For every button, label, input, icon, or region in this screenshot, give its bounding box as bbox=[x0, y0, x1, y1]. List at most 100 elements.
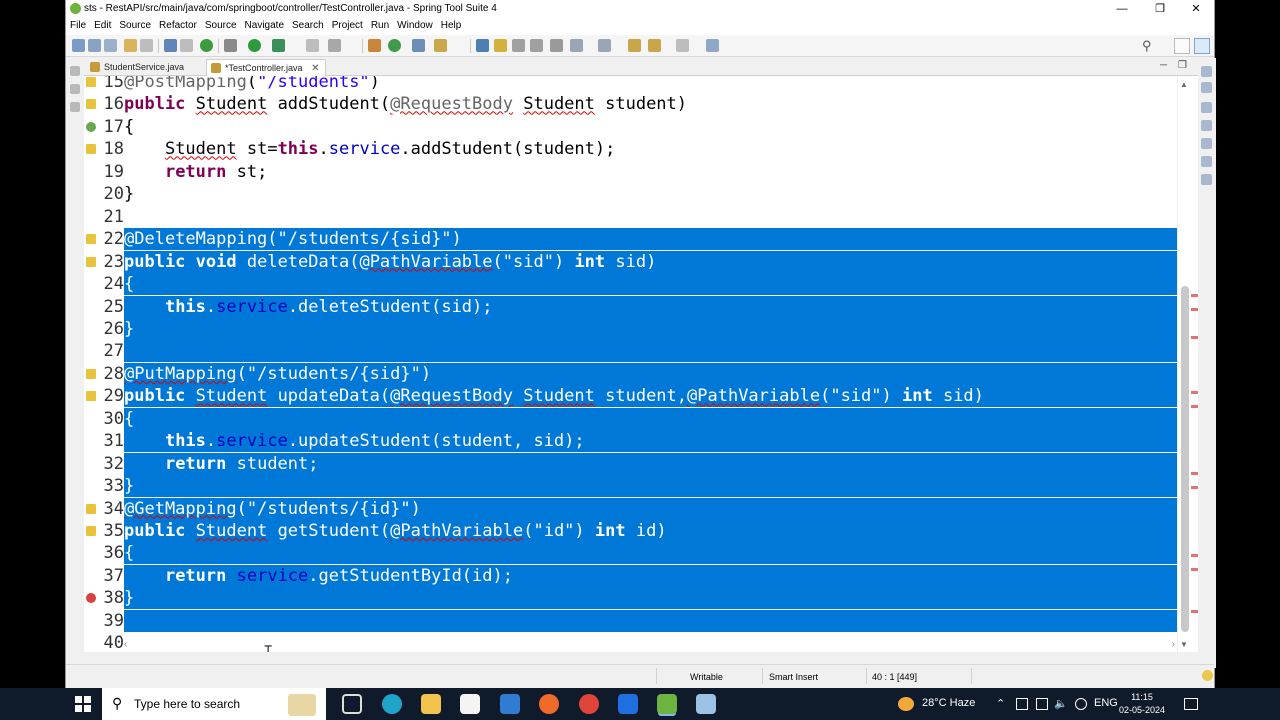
external-tools-icon[interactable] bbox=[328, 39, 341, 52]
code-line[interactable]: { bbox=[124, 273, 1177, 296]
menu-source-2[interactable]: Source bbox=[201, 18, 241, 31]
code-line[interactable]: public Student updateData(@RequestBody S… bbox=[124, 385, 1177, 408]
code-area[interactable]: @PostMapping("/students") public Student … bbox=[124, 76, 1177, 652]
outline-icon[interactable] bbox=[1201, 82, 1212, 93]
code-line[interactable] bbox=[124, 609, 1177, 632]
restore-icon[interactable] bbox=[70, 66, 80, 76]
new-icon[interactable] bbox=[72, 39, 85, 52]
save-all-icon[interactable] bbox=[104, 39, 117, 52]
pin-editor-icon[interactable] bbox=[706, 39, 719, 52]
status-insert-mode[interactable]: Smart Insert bbox=[769, 672, 818, 682]
new-class-icon[interactable] bbox=[388, 39, 401, 52]
warning-marker-icon[interactable] bbox=[86, 526, 96, 536]
menu-edit[interactable]: Edit bbox=[90, 18, 115, 31]
redo-icon[interactable] bbox=[140, 39, 153, 52]
onedrive-icon[interactable] bbox=[1075, 698, 1087, 710]
volume-icon[interactable]: 🔈 bbox=[1054, 697, 1068, 710]
code-line[interactable]: @GetMapping("/students/{id}") bbox=[124, 497, 1177, 520]
minimize-button[interactable]: — bbox=[1104, 0, 1140, 18]
vertical-scrollbar[interactable]: ▲ ▼ bbox=[1177, 76, 1191, 652]
menu-project[interactable]: Project bbox=[328, 18, 367, 31]
code-line[interactable]: return service.getStudentById(id); bbox=[124, 564, 1177, 587]
spring-tool-suite-icon[interactable] bbox=[657, 694, 677, 714]
overview-ruler[interactable] bbox=[1191, 76, 1198, 652]
code-line[interactable] bbox=[124, 340, 1177, 363]
previous-annotation-icon[interactable] bbox=[598, 39, 611, 52]
toggle-highlight-icon[interactable] bbox=[494, 39, 507, 52]
code-line[interactable]: public Student getStudent(@PathVariable(… bbox=[124, 520, 1177, 542]
notifications-icon[interactable] bbox=[1184, 698, 1198, 710]
microsoft-store-icon[interactable] bbox=[460, 694, 480, 714]
forward-icon[interactable] bbox=[676, 39, 689, 52]
scroll-up-icon[interactable]: ▲ bbox=[1180, 80, 1188, 89]
declaration-icon[interactable] bbox=[1201, 138, 1212, 149]
close-button[interactable]: ✕ bbox=[1178, 0, 1214, 18]
scroll-down-icon[interactable]: ▼ bbox=[1180, 640, 1188, 649]
code-line[interactable]: } bbox=[124, 183, 1177, 205]
mail-icon[interactable] bbox=[500, 694, 520, 714]
run-icon[interactable] bbox=[248, 39, 261, 52]
boot-dashboard-view-icon[interactable] bbox=[70, 102, 80, 112]
block-selection-icon[interactable] bbox=[512, 39, 525, 52]
warning-marker-icon[interactable] bbox=[86, 391, 96, 402]
open-perspective-icon[interactable] bbox=[1174, 38, 1190, 54]
error-marker-icon[interactable] bbox=[86, 593, 96, 604]
code-line[interactable]: public Student addStudent(@RequestBody S… bbox=[124, 93, 1177, 115]
warning-marker-icon[interactable] bbox=[86, 99, 96, 110]
firefox-icon[interactable] bbox=[539, 694, 559, 714]
toggle-mark-occurrences-icon[interactable] bbox=[476, 39, 489, 52]
code-line[interactable]: { bbox=[124, 542, 1177, 565]
back-icon[interactable] bbox=[648, 39, 661, 52]
console-icon[interactable] bbox=[1201, 156, 1212, 167]
javadoc-icon[interactable] bbox=[1201, 120, 1212, 131]
search-tool-icon[interactable] bbox=[434, 39, 447, 52]
next-annotation-icon[interactable] bbox=[570, 39, 583, 52]
weather-text[interactable]: 28°C Haze bbox=[922, 697, 975, 709]
horizontal-scrollbar[interactable]: ‹ › bbox=[124, 639, 1177, 652]
notepad-icon[interactable] bbox=[696, 694, 716, 714]
minimize-editor-icon[interactable]: ─ bbox=[1160, 60, 1167, 71]
file-explorer-icon[interactable] bbox=[421, 694, 441, 714]
menu-refactor[interactable]: Refactor bbox=[155, 18, 201, 31]
debug-icon[interactable] bbox=[224, 39, 237, 52]
progress-icon[interactable] bbox=[1201, 174, 1212, 185]
pilcrow-icon[interactable] bbox=[550, 39, 563, 52]
windows-start-icon[interactable] bbox=[75, 696, 91, 712]
code-line[interactable]: public void deleteData(@PathVariable("si… bbox=[124, 250, 1177, 273]
tip-icon[interactable] bbox=[1202, 670, 1213, 681]
code-line[interactable]: this.service.deleteStudent(sid); bbox=[124, 295, 1177, 318]
menu-source[interactable]: Source bbox=[115, 18, 155, 31]
network-icon[interactable] bbox=[1036, 698, 1048, 710]
open-type-icon[interactable] bbox=[412, 39, 425, 52]
code-line[interactable]: } bbox=[124, 587, 1177, 610]
override-marker-icon[interactable] bbox=[86, 121, 96, 132]
restore-icon[interactable] bbox=[1201, 66, 1212, 77]
menu-run[interactable]: Run bbox=[367, 18, 393, 31]
show-hidden-icons[interactable]: ⌃ bbox=[996, 697, 1005, 710]
code-line[interactable]: @DeleteMapping("/students/{sid}") bbox=[124, 228, 1177, 251]
java-perspective-icon[interactable] bbox=[1194, 38, 1210, 54]
clock[interactable]: 11:15 02-05-2024 bbox=[1116, 691, 1168, 717]
chrome-icon[interactable] bbox=[579, 694, 599, 714]
tab-student-service[interactable]: StudentService.java bbox=[86, 59, 190, 76]
language-indicator[interactable]: ENG bbox=[1094, 697, 1118, 709]
code-line[interactable]: } bbox=[124, 475, 1177, 498]
warning-marker-icon[interactable] bbox=[86, 503, 96, 514]
menu-help[interactable]: Help bbox=[437, 18, 466, 31]
close-tab-icon[interactable]: ✕ bbox=[311, 63, 319, 74]
battery-icon[interactable] bbox=[1016, 698, 1028, 710]
taskbar-search[interactable]: ⚲ Type here to search bbox=[102, 688, 326, 720]
code-line[interactable]: @PutMapping("/students/{sid}") bbox=[124, 362, 1177, 385]
tab-test-controller[interactable]: *TestController.java ✕ bbox=[206, 59, 327, 76]
menu-window[interactable]: Window bbox=[393, 18, 437, 31]
maximize-editor-icon[interactable]: ❐ bbox=[1178, 60, 1187, 71]
code-line[interactable] bbox=[124, 206, 1177, 228]
edge-browser-icon[interactable] bbox=[382, 694, 402, 714]
weather-icon[interactable] bbox=[898, 697, 914, 711]
search-icon[interactable]: ⚲ bbox=[1142, 38, 1152, 54]
warning-marker-icon[interactable] bbox=[86, 77, 96, 87]
save-icon[interactable] bbox=[88, 39, 101, 52]
code-line[interactable]: return student; bbox=[124, 452, 1177, 475]
coverage-icon[interactable] bbox=[272, 39, 285, 52]
last-edit-icon[interactable] bbox=[628, 39, 641, 52]
